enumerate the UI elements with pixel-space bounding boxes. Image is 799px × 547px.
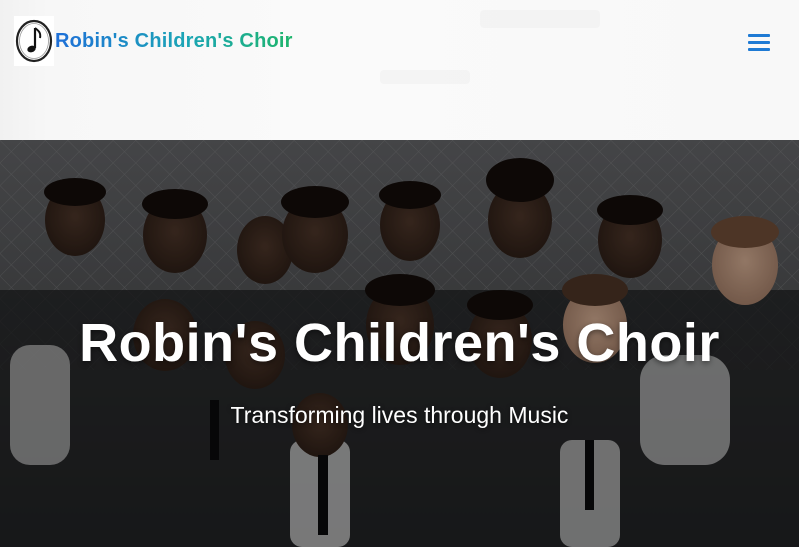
hamburger-menu-icon-bar <box>748 47 770 51</box>
header-background-texture <box>480 10 600 28</box>
brand-home-link[interactable]: Robin's Children's Choir <box>14 16 293 66</box>
page: Robin's Children's Choir Robin's Childre… <box>0 0 799 547</box>
hero-banner: Robin's Children's Choir Transforming li… <box>0 140 799 547</box>
hero-subtitle: Transforming lives through Music <box>230 402 569 428</box>
brand-name: Robin's Children's Choir <box>55 29 293 52</box>
hero-title: Robin's Children's Choir <box>79 313 720 373</box>
hamburger-menu-button[interactable] <box>741 28 777 56</box>
hamburger-menu-icon-bar <box>748 40 770 44</box>
hamburger-menu-icon <box>748 33 770 37</box>
music-note-icon <box>14 16 54 66</box>
header-background-texture <box>380 70 470 84</box>
site-header: Robin's Children's Choir <box>0 0 799 140</box>
